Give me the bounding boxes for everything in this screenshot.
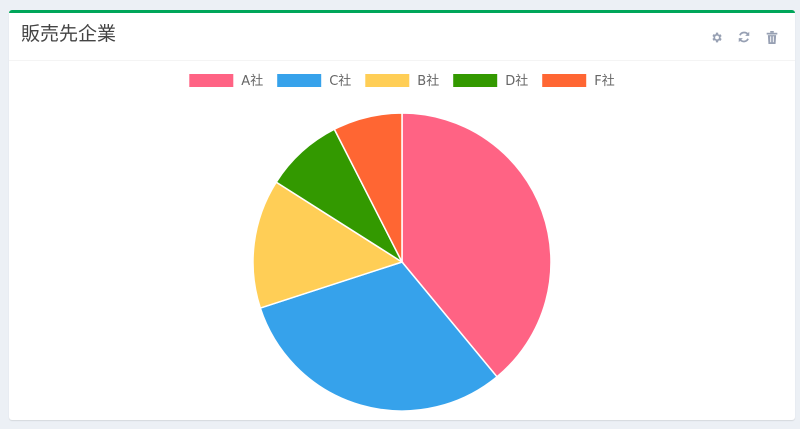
legend-item[interactable]: D社 — [453, 73, 528, 89]
settings-button[interactable] — [707, 28, 725, 46]
legend-swatch — [189, 74, 234, 87]
legend-item[interactable]: A社 — [189, 73, 263, 89]
panel-header: 販売先企業 — [9, 13, 795, 61]
sales-panel: 販売先企業 A社 C社 B社 D社 F社 — [9, 10, 795, 420]
legend-swatch — [542, 74, 587, 87]
chart-area: A社 C社 B社 D社 F社 — [9, 61, 795, 420]
pie-slices — [252, 112, 552, 412]
legend-swatch — [277, 74, 322, 87]
legend-label: F社 — [594, 73, 614, 89]
legend-swatch — [453, 74, 498, 87]
gear-icon — [711, 32, 722, 42]
panel-tools — [707, 28, 781, 46]
legend-swatch — [365, 74, 410, 87]
trash-icon — [766, 30, 778, 44]
legend-item[interactable]: B社 — [365, 73, 439, 89]
legend-label: B社 — [417, 73, 439, 89]
refresh-button[interactable] — [735, 28, 753, 46]
legend-label: A社 — [241, 73, 263, 89]
legend-item[interactable]: F社 — [542, 73, 615, 89]
refresh-icon — [738, 31, 750, 43]
legend-label: D社 — [505, 73, 528, 89]
delete-button[interactable] — [763, 28, 781, 46]
pie-chart: A社 C社 B社 D社 F社 — [189, 73, 615, 412]
legend-label: C社 — [329, 73, 351, 89]
legend-item[interactable]: C社 — [277, 73, 351, 89]
panel-title: 販売先企業 — [21, 23, 117, 45]
chart-legend: A社 C社 B社 D社 F社 — [189, 73, 615, 89]
